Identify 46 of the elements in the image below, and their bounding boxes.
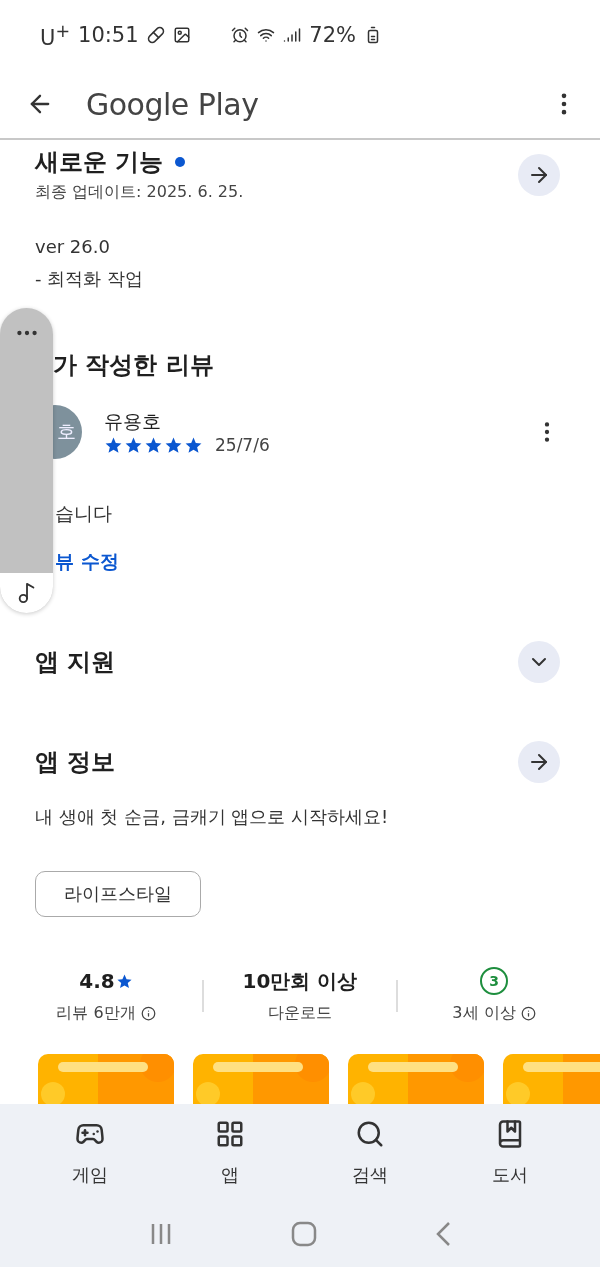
nav-tab[interactable]: 게임 xyxy=(20,1104,160,1201)
signal-icon xyxy=(283,26,302,44)
star-icon xyxy=(115,972,133,990)
stat-label: 다운로드 xyxy=(268,1003,332,1024)
recent-apps-icon[interactable] xyxy=(149,1222,173,1246)
info-icon[interactable] xyxy=(140,1006,156,1021)
section-title: 앱 지원 xyxy=(35,647,116,678)
stat-value: 10만회 이상 xyxy=(242,967,358,995)
nav-tab[interactable]: 도서 xyxy=(440,1104,580,1201)
category-chip[interactable]: 라이프스타일 xyxy=(35,871,201,917)
age-rating-badge: 3 xyxy=(480,967,508,995)
pill-icon xyxy=(146,26,165,44)
app-title: Google Play xyxy=(86,86,260,122)
image-icon xyxy=(172,26,191,44)
alarm-icon xyxy=(231,26,250,44)
release-note: - 최적화 작업 xyxy=(35,267,143,291)
expand-button[interactable] xyxy=(518,641,560,683)
section-title: 새로운 기능 xyxy=(35,147,164,178)
update-date: 최종 업데이트: 2025. 6. 25. xyxy=(35,182,244,203)
stat-label: 3세 이상 xyxy=(452,1003,516,1024)
reviewer-name: 유용호 xyxy=(104,409,162,434)
app-description: 내 생애 첫 순금, 금캐기 앱으로 시작하세요! xyxy=(35,806,389,827)
star-icon xyxy=(144,435,163,455)
clock-time: 10:51 xyxy=(78,23,139,47)
battery-percent: 72% xyxy=(309,23,356,47)
nav-tab[interactable]: 검색 xyxy=(300,1104,440,1201)
rating-value: 4.8 xyxy=(79,967,133,995)
arrow-button[interactable] xyxy=(518,153,560,196)
info-icon[interactable] xyxy=(520,1006,536,1021)
star-icon xyxy=(184,435,203,455)
section-title: 가 작성한 리뷰 xyxy=(53,350,214,381)
star-icon xyxy=(164,435,183,455)
carrier-label: U$^{+}$ xyxy=(40,20,71,50)
release-note: ver 26.0 xyxy=(35,235,110,259)
review-text: 습니다 xyxy=(55,501,112,526)
review-date: 25/7/6 xyxy=(215,435,270,455)
arrow-button[interactable] xyxy=(518,741,560,783)
section-title: 앱 정보 xyxy=(35,747,116,778)
wifi-icon xyxy=(257,26,276,44)
star-icon xyxy=(124,435,143,455)
star-icon xyxy=(104,435,123,455)
back-icon[interactable] xyxy=(435,1221,451,1247)
edit-review-link[interactable]: 뷰 수정 xyxy=(55,550,119,572)
home-icon[interactable] xyxy=(291,1221,317,1247)
stat-label: 리뷰 6만개 xyxy=(56,1003,136,1024)
nav-tab[interactable]: 앱 xyxy=(160,1104,300,1201)
